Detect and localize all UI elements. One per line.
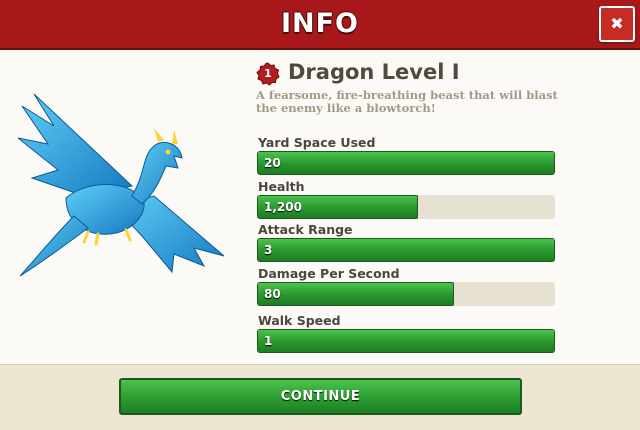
- stat-bar-walk-speed: 1: [257, 329, 555, 353]
- stat-label-health: Health: [258, 179, 305, 194]
- stat-label-dps: Damage Per Second: [258, 266, 400, 281]
- stat-label-yard-space: Yard Space Used: [258, 135, 376, 150]
- troop-description: A fearsome, fire-breathing beast that wi…: [256, 88, 558, 115]
- stat-value-dps: 80: [264, 287, 281, 301]
- stat-value-attack-range: 3: [264, 243, 273, 257]
- stat-bar-attack-range: 3: [257, 238, 555, 262]
- stat-fill: [257, 238, 555, 262]
- close-icon: ✖: [610, 14, 624, 33]
- troop-name: Dragon Level I: [288, 60, 460, 84]
- stat-label-walk-speed: Walk Speed: [258, 313, 341, 328]
- page-title: INFO: [280, 8, 360, 39]
- stat-value-walk-speed: 1: [264, 334, 273, 348]
- dragon-image: [17, 93, 225, 277]
- stat-bar-health: 1,200: [257, 195, 555, 219]
- stat-value-health: 1,200: [264, 200, 302, 214]
- stat-bar-dps: 80: [257, 282, 555, 306]
- continue-button[interactable]: CONTINUE: [119, 378, 522, 415]
- stat-fill: [257, 329, 555, 353]
- level-number: 1: [264, 67, 272, 80]
- stat-label-attack-range: Attack Range: [258, 222, 353, 237]
- close-button[interactable]: ✖: [599, 6, 635, 42]
- stat-bar-yard-space: 20: [257, 151, 555, 175]
- stat-value-yard-space: 20: [264, 156, 281, 170]
- stat-fill: [257, 151, 555, 175]
- stat-fill: [257, 282, 454, 306]
